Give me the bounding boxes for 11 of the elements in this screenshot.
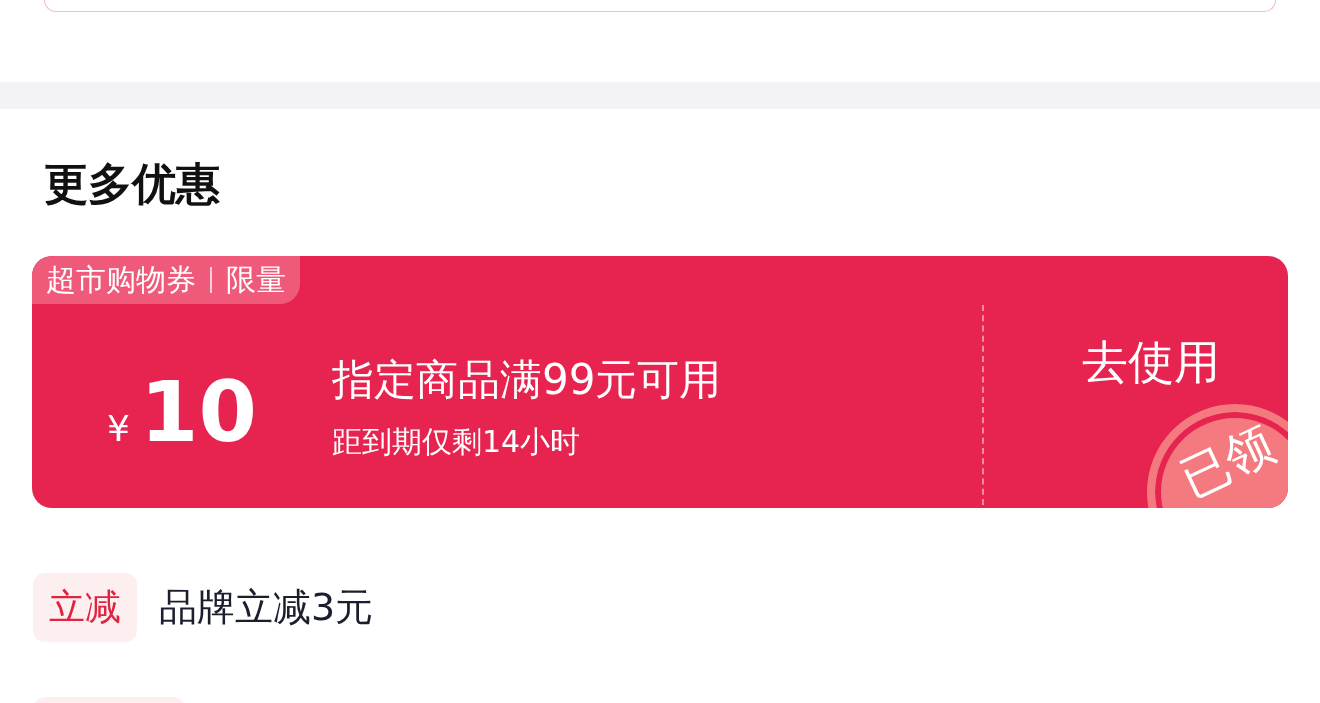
offer-badge: 立减 [33, 573, 137, 642]
offer-text: 品牌立减3元 [159, 584, 374, 631]
tag-label: 限量 [226, 260, 286, 299]
section-title: 更多优惠 [44, 159, 221, 209]
use-button[interactable]: 去使用 [1082, 337, 1220, 387]
coupon-amount: 10 [140, 363, 257, 461]
currency-sign: ¥ [107, 408, 130, 449]
coupon-condition: 指定商品满99元可用 [332, 353, 723, 406]
claimed-stamp: 已领 [1147, 404, 1288, 508]
tag-label: 超市购物券 [46, 260, 196, 299]
expiry-text: 距到期仅剩14小时 [332, 422, 582, 461]
